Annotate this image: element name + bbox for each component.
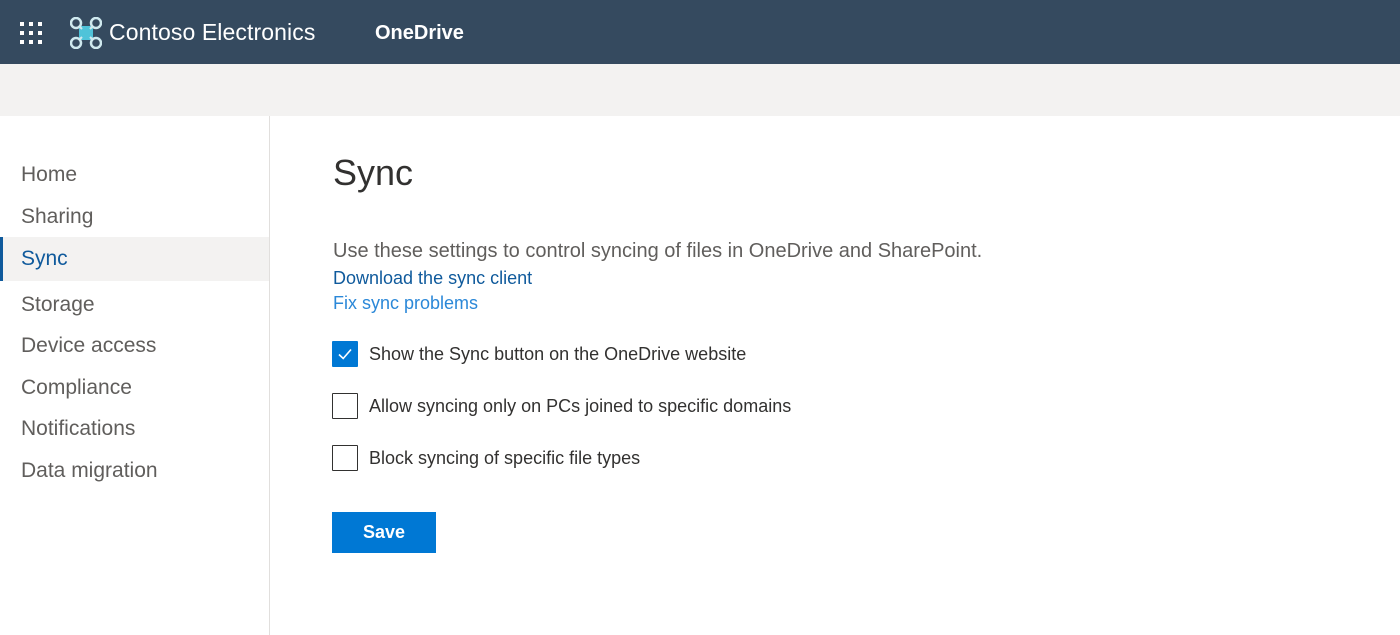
sidebar-item-device-access[interactable]: Device access (0, 324, 269, 368)
contoso-logo-icon (69, 16, 103, 50)
main-content: Sync Use these settings to control synci… (271, 116, 1400, 635)
app-launcher-icon[interactable] (20, 22, 42, 44)
sidebar-item-home[interactable]: Home (0, 153, 269, 197)
sidebar-item-compliance[interactable]: Compliance (0, 366, 269, 410)
option-block-file-types[interactable]: Block syncing of specific file types (332, 444, 640, 472)
option-show-sync-button[interactable]: Show the Sync button on the OneDrive web… (332, 340, 746, 368)
checkmark-icon (338, 348, 352, 360)
sidebar-item-sync[interactable]: Sync (0, 237, 269, 281)
command-bar-area (0, 64, 1400, 116)
top-header: Contoso Electronics OneDrive (0, 0, 1400, 64)
sidebar-item-sharing[interactable]: Sharing (0, 195, 269, 239)
allow-syncing-domains-checkbox[interactable] (332, 393, 358, 419)
sidebar-item-notifications[interactable]: Notifications (0, 407, 269, 451)
page-title: Sync (333, 152, 414, 193)
page-description: Use these settings to control syncing of… (333, 240, 983, 262)
block-file-types-checkbox[interactable] (332, 445, 358, 471)
block-file-types-label: Block syncing of specific file types (369, 447, 641, 468)
download-sync-client-link[interactable]: Download the sync client (333, 268, 532, 289)
fix-sync-problems-link[interactable]: Fix sync problems (333, 293, 478, 314)
option-allow-syncing-domains[interactable]: Allow syncing only on PCs joined to spec… (332, 392, 791, 420)
sidebar-item-storage[interactable]: Storage (0, 283, 269, 327)
app-name[interactable]: OneDrive (375, 22, 464, 45)
save-button[interactable]: Save (332, 512, 436, 553)
show-sync-button-checkbox[interactable] (332, 341, 358, 367)
allow-syncing-domains-label: Allow syncing only on PCs joined to spec… (369, 395, 792, 416)
show-sync-button-label: Show the Sync button on the OneDrive web… (369, 343, 747, 364)
sidebar-nav: Home Sharing Sync Storage Device access … (0, 116, 270, 635)
org-name: Contoso Electronics (109, 19, 316, 45)
sidebar-item-data-migration[interactable]: Data migration (0, 449, 269, 493)
